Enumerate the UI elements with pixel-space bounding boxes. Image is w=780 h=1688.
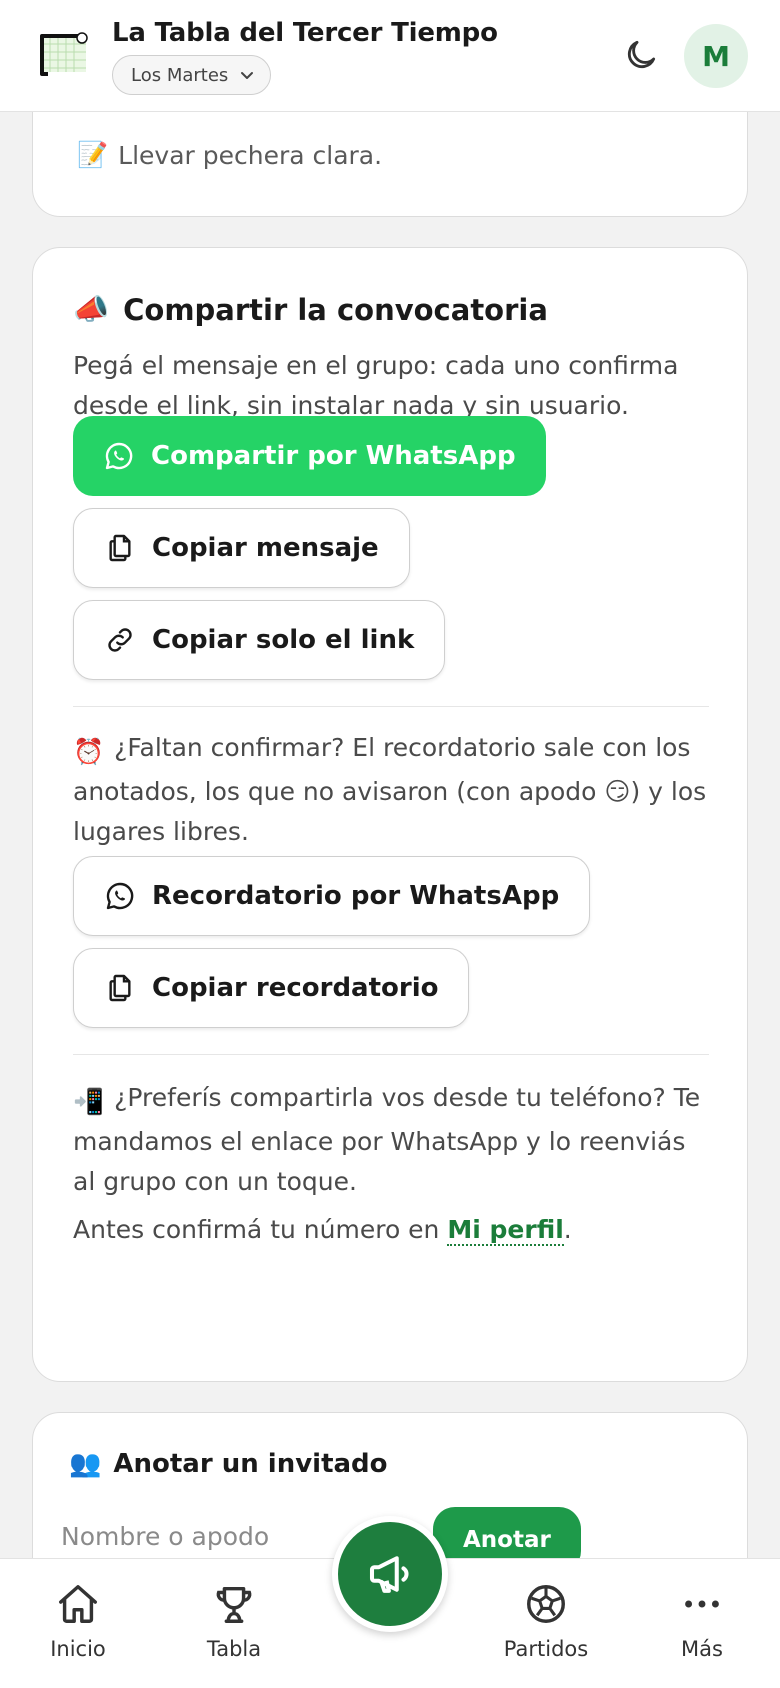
more-icon bbox=[685, 1600, 719, 1608]
nav-item-mas[interactable]: Más bbox=[642, 1581, 762, 1661]
copy-icon bbox=[109, 534, 131, 562]
invite-title: 👥 Anotar un invitado bbox=[69, 1449, 388, 1479]
match-note: 📝 Llevar pechera clara. bbox=[77, 140, 382, 170]
share-fab-button[interactable] bbox=[332, 1516, 448, 1632]
copy-reminder-button[interactable]: Copiar recordatorio bbox=[73, 948, 470, 1028]
people-icon: 👥 bbox=[69, 1449, 102, 1479]
copy-reminder-label: Copiar recordatorio bbox=[152, 973, 439, 1003]
trophy-icon bbox=[216, 1586, 252, 1623]
share-whatsapp-button[interactable]: Compartir por WhatsApp bbox=[73, 416, 546, 496]
nav-label-partidos: Partidos bbox=[503, 1637, 589, 1661]
match-note-text: Llevar pechera clara. bbox=[118, 140, 383, 170]
share-description: Pegá el mensaje en el grupo: cada uno co… bbox=[73, 351, 679, 420]
reminder-whatsapp-button[interactable]: Recordatorio por WhatsApp bbox=[73, 856, 591, 936]
nav-item-inicio[interactable]: Inicio bbox=[18, 1581, 138, 1661]
invite-title-text: Anotar un invitado bbox=[113, 1449, 388, 1479]
phone-share-text: ¿Preferís compartirla vos desde tu teléf… bbox=[73, 1083, 701, 1196]
nav-item-partidos[interactable]: Partidos bbox=[486, 1581, 606, 1661]
megaphone-icon bbox=[369, 1556, 409, 1593]
reminder-description: ⏰ ¿Faltan confirmar? El recordatorio sale… bbox=[73, 728, 713, 852]
share-callup-card: 📣 Compartir la convocatoria Pegá el mens… bbox=[32, 247, 748, 1382]
user-avatar[interactable]: M bbox=[684, 24, 748, 88]
share-section-title: 📣 Compartir la convocatoria bbox=[73, 292, 548, 327]
whatsapp-icon bbox=[106, 882, 134, 910]
top-header: La Tabla del Tercer Tiempo Los Martes M bbox=[0, 0, 780, 112]
profile-link[interactable]: Mi perfil bbox=[447, 1215, 564, 1246]
copy-message-button[interactable]: Copiar mensaje bbox=[73, 508, 410, 588]
megaphone-emoji-icon: 📣 bbox=[73, 292, 110, 326]
reminder-whatsapp-label: Recordatorio por WhatsApp bbox=[152, 881, 560, 911]
nav-item-tabla[interactable]: Tabla bbox=[174, 1581, 294, 1661]
nav-label-mas: Más bbox=[681, 1637, 723, 1661]
chevron-down-icon bbox=[241, 72, 254, 79]
memo-icon: 📝 bbox=[77, 140, 109, 169]
copy-icon bbox=[109, 974, 131, 1002]
home-icon bbox=[59, 1585, 97, 1623]
confirm-number-text: Antes confirmá tu número en Mi perfil. bbox=[73, 1210, 713, 1250]
confirm-number-prefix: Antes confirmá tu número en bbox=[73, 1215, 448, 1244]
share-whatsapp-label: Compartir por WhatsApp bbox=[151, 441, 516, 471]
alarm-clock-icon: ⏰ bbox=[73, 737, 105, 766]
goal-logo-icon[interactable] bbox=[38, 30, 92, 80]
link-icon bbox=[108, 628, 132, 652]
phone-share-description: 📲 ¿Preferís compartirla vos desde tu telé… bbox=[73, 1078, 713, 1202]
group-selector-label: Los Martes bbox=[131, 64, 229, 86]
copy-link-label: Copiar solo el link bbox=[152, 625, 415, 655]
nav-label-inicio: Inicio bbox=[50, 1637, 106, 1661]
confirm-number-suffix: . bbox=[563, 1215, 572, 1244]
app-root: La Tabla del Tercer Tiempo Los Martes M … bbox=[0, 0, 780, 1688]
copy-message-label: Copiar mensaje bbox=[152, 533, 379, 563]
mobile-phone-icon: 📲 bbox=[73, 1087, 105, 1116]
reminder-text-start: ¿Faltan confirmar? El recordatorio sale … bbox=[73, 733, 691, 806]
theme-toggle-button[interactable] bbox=[620, 34, 662, 76]
soccer-ball-icon bbox=[527, 1585, 565, 1623]
section-divider bbox=[73, 706, 709, 707]
share-section-title-text: Compartir la convocatoria bbox=[123, 292, 548, 327]
group-selector[interactable]: Los Martes bbox=[112, 55, 272, 95]
moon-icon bbox=[627, 40, 656, 69]
nav-label-tabla: Tabla bbox=[206, 1637, 262, 1661]
smirk-icon: 😏 bbox=[604, 777, 631, 806]
copy-link-button[interactable]: Copiar solo el link bbox=[73, 600, 446, 680]
whatsapp-icon bbox=[105, 442, 133, 470]
section-divider bbox=[73, 1054, 709, 1055]
app-title: La Tabla del Tercer Tiempo bbox=[112, 18, 498, 48]
